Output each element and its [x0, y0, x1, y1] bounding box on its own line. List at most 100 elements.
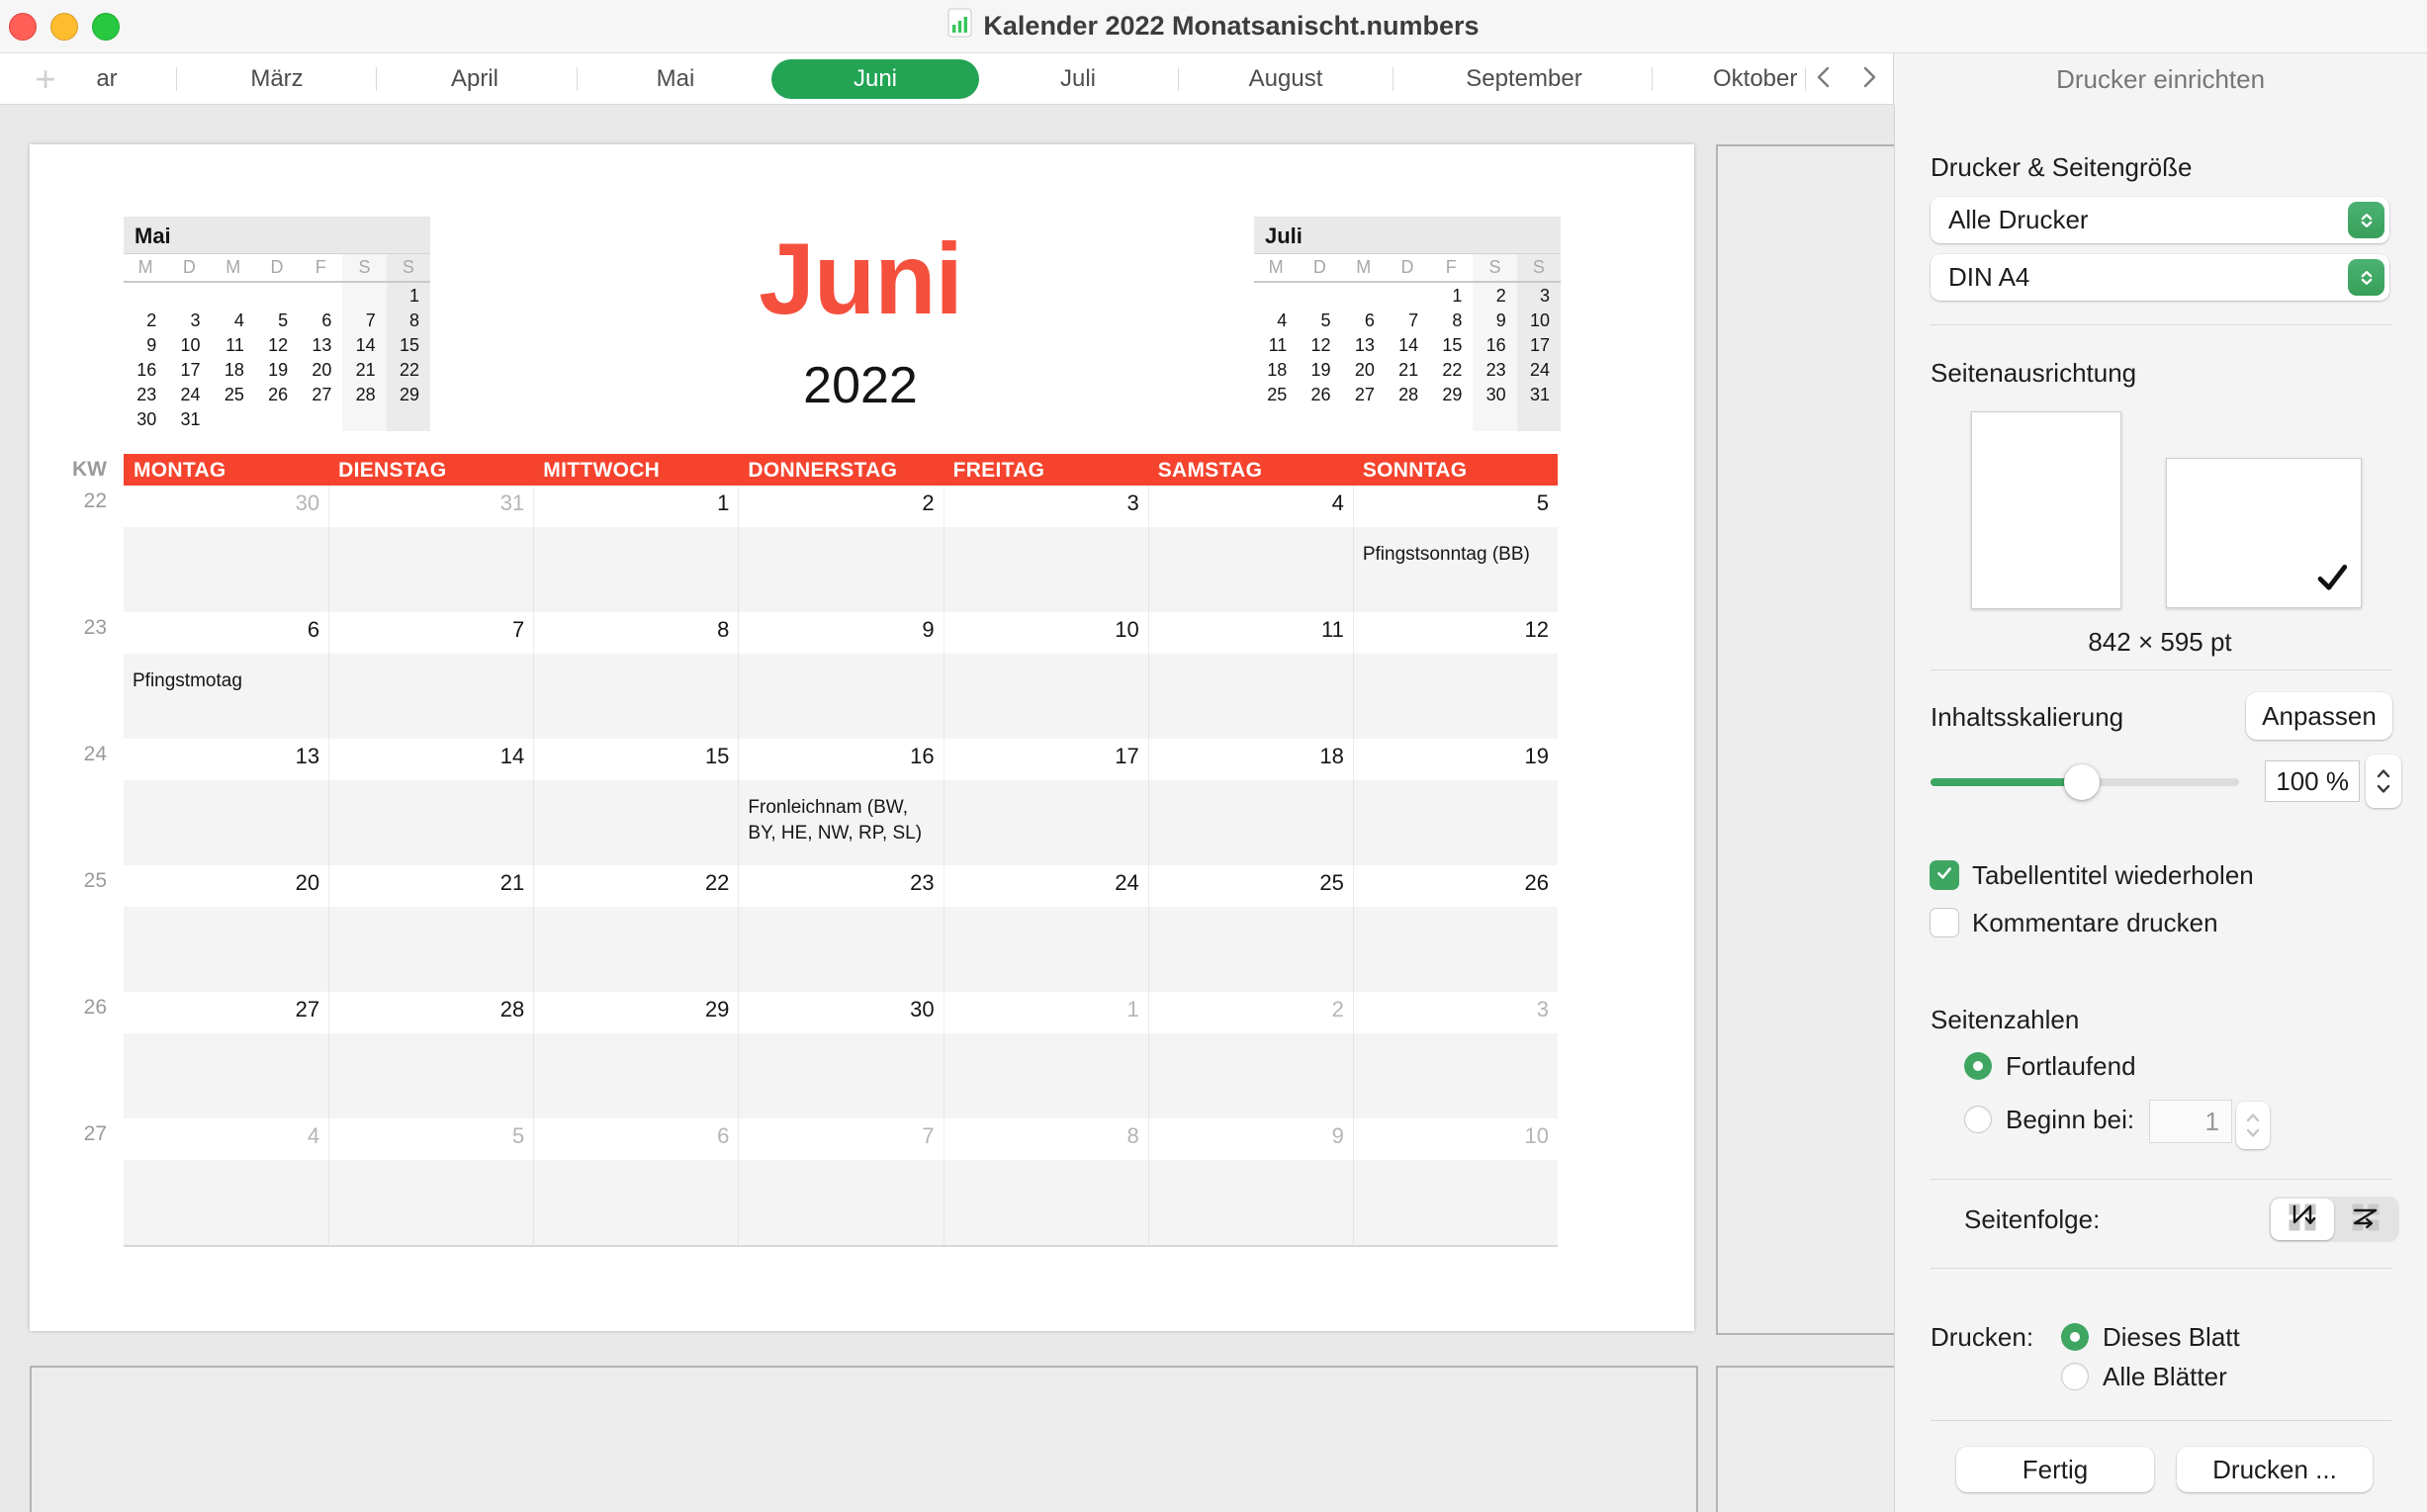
empty-event-cell[interactable] — [124, 1160, 328, 1245]
date-cell[interactable]: 3 — [944, 486, 1148, 527]
mini-date-cell[interactable]: 21 — [342, 357, 386, 382]
mini-date-cell[interactable] — [167, 283, 211, 308]
mini-date-cell[interactable]: 23 — [124, 382, 167, 406]
empty-event-cell[interactable] — [1353, 907, 1558, 992]
this-sheet-radio[interactable] — [2061, 1323, 2089, 1351]
empty-event-cell[interactable] — [1353, 1033, 1558, 1118]
mini-date-cell[interactable]: 4 — [1254, 308, 1298, 332]
date-cell[interactable]: 15 — [533, 739, 738, 780]
date-cell[interactable]: 27 — [124, 992, 328, 1033]
empty-event-cell[interactable] — [328, 527, 533, 612]
mini-date-cell[interactable]: 3 — [1517, 283, 1561, 308]
mini-date-cell[interactable]: 10 — [1517, 308, 1561, 332]
empty-event-cell[interactable] — [944, 1033, 1148, 1118]
mini-date-cell[interactable] — [1298, 283, 1341, 308]
date-cell[interactable]: 24 — [944, 865, 1148, 907]
empty-event-cell[interactable] — [124, 527, 328, 612]
mini-date-cell[interactable] — [342, 283, 386, 308]
page-order-right-button[interactable] — [2334, 1199, 2397, 1240]
mini-date-cell[interactable]: 24 — [167, 382, 211, 406]
date-cell[interactable]: 8 — [944, 1118, 1148, 1160]
date-cell[interactable]: 9 — [738, 612, 943, 654]
mini-date-cell[interactable] — [1298, 406, 1341, 431]
empty-event-cell[interactable] — [328, 780, 533, 865]
mini-date-cell[interactable]: 8 — [387, 308, 430, 332]
page-order-down-button[interactable] — [2271, 1199, 2334, 1240]
mini-date-cell[interactable]: 2 — [1473, 283, 1516, 308]
date-cell[interactable]: 25 — [1148, 865, 1353, 907]
mini-date-cell[interactable] — [1342, 283, 1386, 308]
mini-date-cell[interactable] — [1342, 406, 1386, 431]
date-cell[interactable]: 5 — [328, 1118, 533, 1160]
date-cell[interactable]: 7 — [738, 1118, 943, 1160]
empty-event-cell[interactable] — [328, 1160, 533, 1245]
mini-date-cell[interactable]: 20 — [1342, 357, 1386, 382]
empty-event-cell[interactable] — [533, 1033, 738, 1118]
empty-event-cell[interactable] — [738, 907, 943, 992]
empty-event-cell[interactable] — [738, 654, 943, 739]
add-sheet-button[interactable]: + — [24, 57, 67, 101]
date-cell[interactable]: 14 — [328, 739, 533, 780]
all-sheets-radio[interactable] — [2061, 1363, 2089, 1390]
print-button[interactable]: Drucken ... — [2177, 1447, 2373, 1492]
empty-event-cell[interactable] — [124, 1033, 328, 1118]
date-cell[interactable]: 22 — [533, 865, 738, 907]
mini-date-cell[interactable]: 30 — [1473, 382, 1516, 406]
tab-september[interactable]: September — [1425, 53, 1623, 104]
mini-date-cell[interactable]: 27 — [299, 382, 342, 406]
page-4-preview[interactable] — [1716, 1366, 1894, 1512]
date-cell[interactable]: 13 — [124, 739, 328, 780]
empty-event-cell[interactable] — [944, 527, 1148, 612]
mini-date-cell[interactable]: 11 — [212, 332, 255, 357]
mini-date-cell[interactable] — [255, 283, 299, 308]
date-cell[interactable]: 2 — [1148, 992, 1353, 1033]
date-cell[interactable]: 18 — [1148, 739, 1353, 780]
empty-event-cell[interactable] — [328, 654, 533, 739]
mini-date-cell[interactable]: 3 — [167, 308, 211, 332]
date-cell[interactable]: 1 — [533, 486, 738, 527]
continuous-radio[interactable] — [1964, 1052, 1992, 1080]
tab-mai[interactable]: Mai — [577, 53, 774, 104]
empty-event-cell[interactable] — [1148, 527, 1353, 612]
event-cell[interactable]: Pfingstsonntag (BB) — [1353, 527, 1558, 612]
tab-ar[interactable]: ar — [72, 53, 141, 104]
begin-at-value-field[interactable]: 1 — [2149, 1100, 2232, 1143]
mini-date-cell[interactable]: 31 — [167, 406, 211, 431]
mini-date-cell[interactable] — [124, 283, 167, 308]
date-cell[interactable]: 4 — [1148, 486, 1353, 527]
done-button[interactable]: Fertig — [1956, 1447, 2154, 1492]
mini-date-cell[interactable] — [387, 406, 430, 431]
mini-date-cell[interactable]: 7 — [1386, 308, 1429, 332]
date-cell[interactable]: 31 — [328, 486, 533, 527]
date-cell[interactable]: 23 — [738, 865, 943, 907]
date-cell[interactable]: 8 — [533, 612, 738, 654]
mini-date-cell[interactable]: 28 — [1386, 382, 1429, 406]
mini-date-cell[interactable]: 25 — [1254, 382, 1298, 406]
mini-date-cell[interactable]: 1 — [387, 283, 430, 308]
begin-at-radio[interactable] — [1964, 1106, 1992, 1133]
empty-event-cell[interactable] — [533, 527, 738, 612]
mini-date-cell[interactable]: 7 — [342, 308, 386, 332]
mini-date-cell[interactable]: 19 — [1298, 357, 1341, 382]
date-cell[interactable]: 30 — [738, 992, 943, 1033]
page-3-preview[interactable] — [30, 1366, 1698, 1512]
mini-date-cell[interactable] — [212, 406, 255, 431]
tab-april[interactable]: April — [376, 53, 574, 104]
mini-date-cell[interactable]: 22 — [387, 357, 430, 382]
mini-date-cell[interactable]: 27 — [1342, 382, 1386, 406]
mini-date-cell[interactable]: 13 — [299, 332, 342, 357]
tab-oktober[interactable]: Oktober — [1713, 53, 1805, 104]
date-cell[interactable]: 10 — [1353, 1118, 1558, 1160]
mini-date-cell[interactable]: 30 — [124, 406, 167, 431]
mini-date-cell[interactable]: 22 — [1429, 357, 1473, 382]
mini-date-cell[interactable]: 1 — [1429, 283, 1473, 308]
empty-event-cell[interactable] — [124, 780, 328, 865]
empty-event-cell[interactable] — [328, 907, 533, 992]
empty-event-cell[interactable] — [738, 1033, 943, 1118]
mini-date-cell[interactable]: 2 — [124, 308, 167, 332]
mini-date-cell[interactable] — [1386, 406, 1429, 431]
empty-event-cell[interactable] — [944, 907, 1148, 992]
date-cell[interactable]: 20 — [124, 865, 328, 907]
mini-date-cell[interactable]: 17 — [1517, 332, 1561, 357]
mini-date-cell[interactable]: 15 — [1429, 332, 1473, 357]
